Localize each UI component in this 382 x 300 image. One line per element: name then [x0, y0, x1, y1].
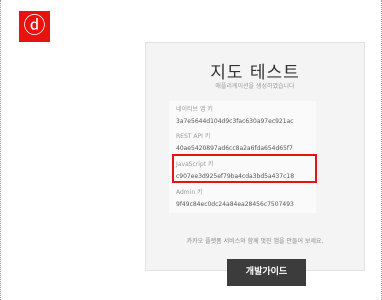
guide-line-left — [0, 0, 1, 300]
dev-guide-button[interactable]: 개발가이드 — [227, 259, 306, 286]
admin-key-label: Admin 키 — [176, 189, 203, 196]
rest-api-key-label: REST API 키 — [176, 133, 211, 140]
rest-api-key-value: 40ae5420897ad6cc8a2a6fda654d65f7 — [176, 145, 293, 152]
native-app-key-value: 3a7e5644d104d9c3fac630a97ec921ac — [176, 118, 294, 125]
step-badge: ⓓ — [19, 11, 50, 42]
app-created-card: 지도 테스트 애플리케이션을 생성하였습니다 네이티브 앱 키 3a7e5644… — [145, 42, 365, 286]
app-title: 지도 테스트 — [210, 63, 300, 83]
footer-message: 카카오 플랫폼 서비스와 함께 멋진 앱을 만들어 보세요. — [186, 238, 324, 245]
javascript-key-highlight — [172, 154, 317, 183]
app-created-message: 애플리케이션을 생성하였습니다 — [215, 83, 295, 90]
native-app-key-label: 네이티브 앱 키 — [176, 106, 213, 113]
admin-key-value: 9f49c84ec0dc24a84ea28456c7507493 — [176, 201, 294, 208]
